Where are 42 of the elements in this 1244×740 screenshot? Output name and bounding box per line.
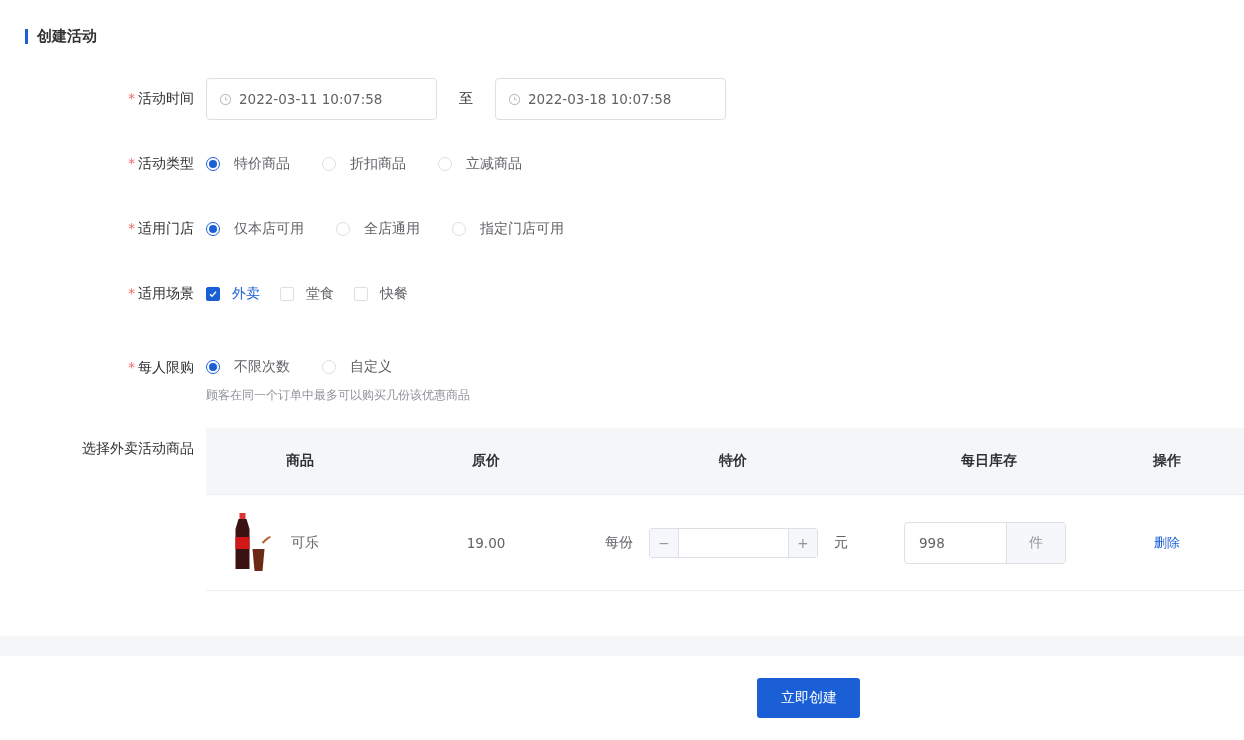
title-accent-bar [25, 28, 28, 44]
radio-option[interactable]: 折扣商品 [322, 155, 406, 173]
column-header: 特价 [717, 452, 748, 470]
start-date-field[interactable]: 2022-03-11 10:07:58 [206, 78, 437, 120]
required-asterisk: * [128, 220, 135, 236]
column-header: 原价 [471, 452, 501, 470]
column-header: 商品 [285, 452, 315, 470]
radio-option[interactable]: 指定门店可用 [452, 220, 564, 238]
delete-link[interactable]: 删除 [1154, 533, 1180, 552]
radio-option[interactable]: 仅本店可用 [206, 220, 304, 238]
checkbox-option[interactable]: 快餐 [354, 285, 408, 303]
per-unit-label: 每份 [605, 533, 633, 552]
hint-text: 顾客在同一个订单中最多可以购买几份该优惠商品 [206, 387, 470, 404]
required-asterisk: * [128, 285, 135, 301]
clock-icon [219, 92, 232, 106]
field-label: 活动时间 [138, 90, 194, 106]
radio-option[interactable]: 自定义 [322, 358, 392, 376]
clock-icon [508, 92, 521, 106]
radio-option[interactable]: 特价商品 [206, 155, 290, 173]
required-asterisk: * [128, 359, 135, 375]
section-title: 创建活动 [37, 26, 97, 46]
radio-option[interactable]: 全店通用 [336, 220, 420, 238]
column-header: 每日库存 [960, 452, 1018, 470]
field-label: 每人限购 [138, 359, 194, 375]
checkbox-option[interactable]: 外卖 [206, 285, 260, 303]
end-date-field[interactable]: 2022-03-18 10:07:58 [495, 78, 726, 120]
radio-option[interactable]: 立减商品 [438, 155, 522, 173]
range-separator: 至 [459, 90, 473, 108]
required-asterisk: * [128, 155, 135, 171]
field-label: 适用场景 [138, 285, 194, 301]
column-header: 操作 [1152, 452, 1182, 470]
create-button[interactable]: 立即创建 [757, 678, 860, 718]
checkbox-option[interactable]: 堂食 [280, 285, 334, 303]
required-asterisk: * [128, 90, 135, 106]
original-price: 19.00 [465, 534, 507, 551]
field-label: 适用门店 [138, 220, 194, 236]
checkmark-icon [208, 289, 218, 299]
currency-unit: 元 [834, 533, 848, 552]
radio-option[interactable]: 不限次数 [206, 358, 290, 376]
product-name: 可乐 [291, 533, 319, 552]
field-label: 选择外卖活动商品 [81, 439, 195, 458]
field-label: 活动类型 [138, 155, 194, 171]
